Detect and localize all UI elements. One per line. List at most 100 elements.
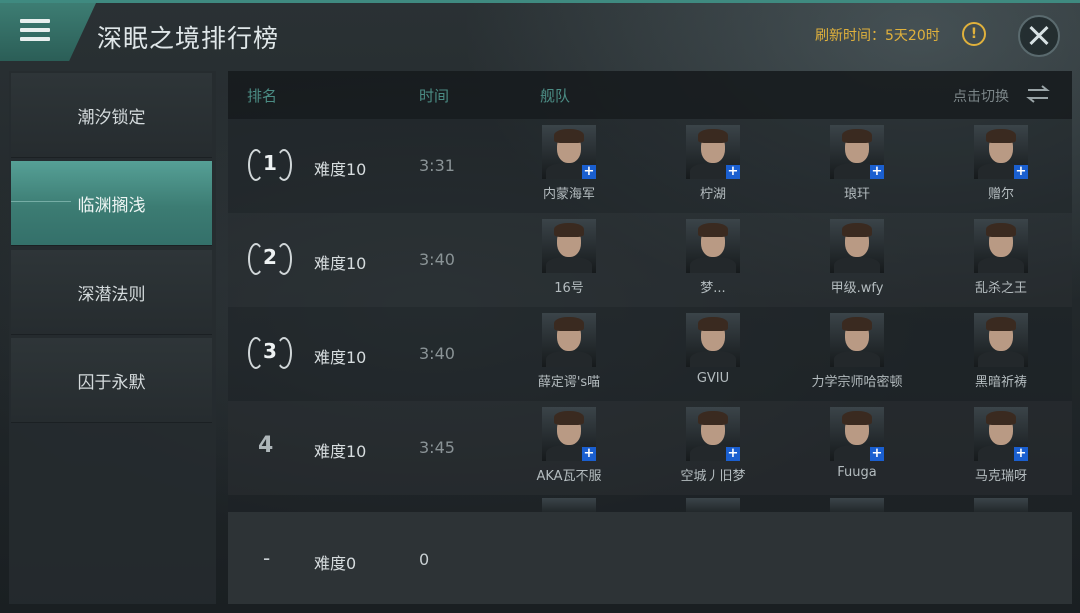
pilot-name: 琅玕 — [843, 187, 870, 202]
pilot-name: 赠尔 — [987, 187, 1014, 202]
pilot-name: 力学宗师哈密顿 — [811, 375, 903, 390]
partial-portrait — [542, 498, 596, 512]
partial-portrait — [686, 498, 740, 512]
clear-time: 3:45 — [419, 438, 455, 457]
refresh-value: 5天20时 — [885, 28, 940, 44]
pilot-name: Fuuga — [837, 465, 877, 480]
pilot-card[interactable]: 乱杀之王 — [946, 219, 1056, 305]
table-header: 排名 时间 舰队 点击切换 — [228, 71, 1072, 119]
sidebar-item-0[interactable]: 潮汐锁定 — [11, 73, 212, 158]
pilot-name: 16号 — [554, 281, 584, 296]
pilot-avatar[interactable] — [974, 313, 1028, 367]
my-rank: - — [263, 546, 271, 570]
clear-time: 3:40 — [419, 344, 455, 363]
pilot-name: 梦... — [700, 281, 726, 296]
refresh-label: 刷新时间： — [815, 28, 885, 44]
rank-laurel-badge: 1 — [246, 147, 294, 183]
pilot-card[interactable]: GVIU — [658, 313, 768, 399]
pilot-card[interactable]: + 内蒙海军 — [514, 125, 624, 211]
info-warning-icon[interactable]: ! — [962, 22, 986, 46]
pilot-card[interactable]: 梦... — [658, 219, 768, 305]
pilot-name: GVIU — [696, 371, 730, 386]
switch-label[interactable]: 点击切换 — [953, 86, 1009, 106]
laurel-right-icon — [276, 149, 292, 181]
page-title: 深眠之境排行榜 — [97, 24, 280, 53]
my-time: 0 — [419, 550, 430, 569]
rank-number: 4 — [258, 433, 274, 458]
clear-time: 3:31 — [419, 156, 455, 175]
pilot-card[interactable]: 黑暗祈祷 — [946, 313, 1056, 399]
difficulty: 难度10 — [314, 348, 367, 367]
pilot-name: 马克瑞呀 — [974, 469, 1027, 484]
pilot-card[interactable]: + 琅玕 — [802, 125, 912, 211]
table-row[interactable]: 3 难度10 3:40 薛定谔's喵 GVIU 力学宗师哈密顿 黑暗祈祷 — [228, 307, 1072, 401]
sidebar-item-1[interactable]: 临渊搁浅 — [11, 161, 212, 246]
laurel-right-icon — [276, 243, 292, 275]
plus-icon: + — [870, 446, 884, 461]
laurel-right-icon — [276, 337, 292, 369]
pilot-avatar[interactable] — [542, 313, 596, 367]
header-rank: 排名 — [247, 87, 278, 105]
pilot-avatar[interactable] — [686, 219, 740, 273]
header: 深眠之境排行榜 刷新时间：5天20时 ! — [0, 3, 1080, 67]
pilot-avatar[interactable] — [830, 219, 884, 273]
plus-icon: + — [726, 446, 740, 461]
sidebar-item-label: 囚于永默 — [77, 372, 146, 393]
sidebar: 潮汐锁定 临渊搁浅 深潜法则 囚于永默 — [9, 71, 216, 604]
partial-portrait — [830, 498, 884, 512]
difficulty: 难度10 — [314, 160, 367, 179]
refresh-time: 刷新时间：5天20时 — [815, 25, 940, 45]
pilot-card[interactable]: 力学宗师哈密顿 — [802, 313, 912, 399]
difficulty: 难度10 — [314, 442, 367, 461]
switch-arrows-icon[interactable] — [1025, 84, 1051, 104]
pilot-name: AKA瓦不服 — [536, 469, 602, 484]
pilot-card[interactable]: + 柠湖 — [658, 125, 768, 211]
header-fleet: 舰队 — [540, 87, 571, 105]
rank-laurel-badge: 2 — [246, 241, 294, 277]
plus-icon: + — [582, 164, 596, 179]
pilot-card[interactable]: 甲级.wfy — [802, 219, 912, 305]
plus-icon: + — [726, 164, 740, 179]
plus-icon: + — [1014, 164, 1028, 179]
pilot-card[interactable]: + AKA瓦不服 — [514, 407, 624, 493]
pilot-name: 薛定谔's喵 — [537, 375, 601, 390]
pilot-card[interactable]: 16号 — [514, 219, 624, 305]
clear-time: 3:40 — [419, 250, 455, 269]
sidebar-item-label: 潮汐锁定 — [77, 107, 146, 128]
plus-icon: + — [1014, 446, 1028, 461]
pilot-name: 空城丿旧梦 — [680, 469, 746, 484]
partial-portrait — [974, 498, 1028, 512]
pilot-name: 乱杀之王 — [974, 281, 1027, 296]
plus-icon: + — [870, 164, 884, 179]
my-rank-row: - 难度0 0 — [228, 512, 1072, 604]
sidebar-item-label: 临渊搁浅 — [77, 195, 146, 216]
pilot-card[interactable]: + 马克瑞呀 — [946, 407, 1056, 493]
pilot-name: 甲级.wfy — [830, 281, 884, 296]
sidebar-item-label: 深潜法则 — [77, 284, 146, 305]
pilot-name: 黑暗祈祷 — [974, 375, 1027, 390]
my-difficulty: 难度0 — [314, 554, 357, 573]
pilot-avatar[interactable] — [974, 219, 1028, 273]
rank-laurel-badge: 3 — [246, 335, 294, 371]
sidebar-item-2[interactable]: 深潜法则 — [11, 250, 212, 335]
pilot-name: 柠湖 — [699, 187, 726, 202]
table-row[interactable]: 1 难度10 3:31 + 内蒙海军 + 柠湖 + 琅玕 + 赠尔 — [228, 119, 1072, 213]
pilot-avatar[interactable] — [686, 313, 740, 367]
menu-icon — [20, 19, 50, 41]
pilot-avatar[interactable] — [830, 313, 884, 367]
header-time: 时间 — [419, 87, 450, 105]
pilot-avatar[interactable] — [542, 219, 596, 273]
table-row[interactable]: 4 难度10 3:45 + AKA瓦不服 + 空城丿旧梦 + Fuuga + 马克瑞呀 — [228, 401, 1072, 495]
pilot-name: 内蒙海军 — [542, 187, 595, 202]
pilot-card[interactable]: + Fuuga — [802, 407, 912, 493]
plus-icon: + — [582, 446, 596, 461]
table-row[interactable]: 2 难度10 3:40 16号 梦... 甲级.wfy 乱杀之王 — [228, 213, 1072, 307]
sidebar-item-3[interactable]: 囚于永默 — [11, 338, 212, 423]
difficulty: 难度10 — [314, 254, 367, 273]
pilot-card[interactable]: + 赠尔 — [946, 125, 1056, 211]
pilot-card[interactable]: + 空城丿旧梦 — [658, 407, 768, 493]
menu-button[interactable] — [0, 3, 96, 61]
leaderboard-table: 排名 时间 舰队 点击切换 1 难度10 3:31 + 内蒙海军 + 柠湖 + 琅玕 + 赠尔 2 难度… — [228, 71, 1072, 604]
close-button[interactable] — [1018, 15, 1060, 57]
pilot-card[interactable]: 薛定谔's喵 — [514, 313, 624, 399]
